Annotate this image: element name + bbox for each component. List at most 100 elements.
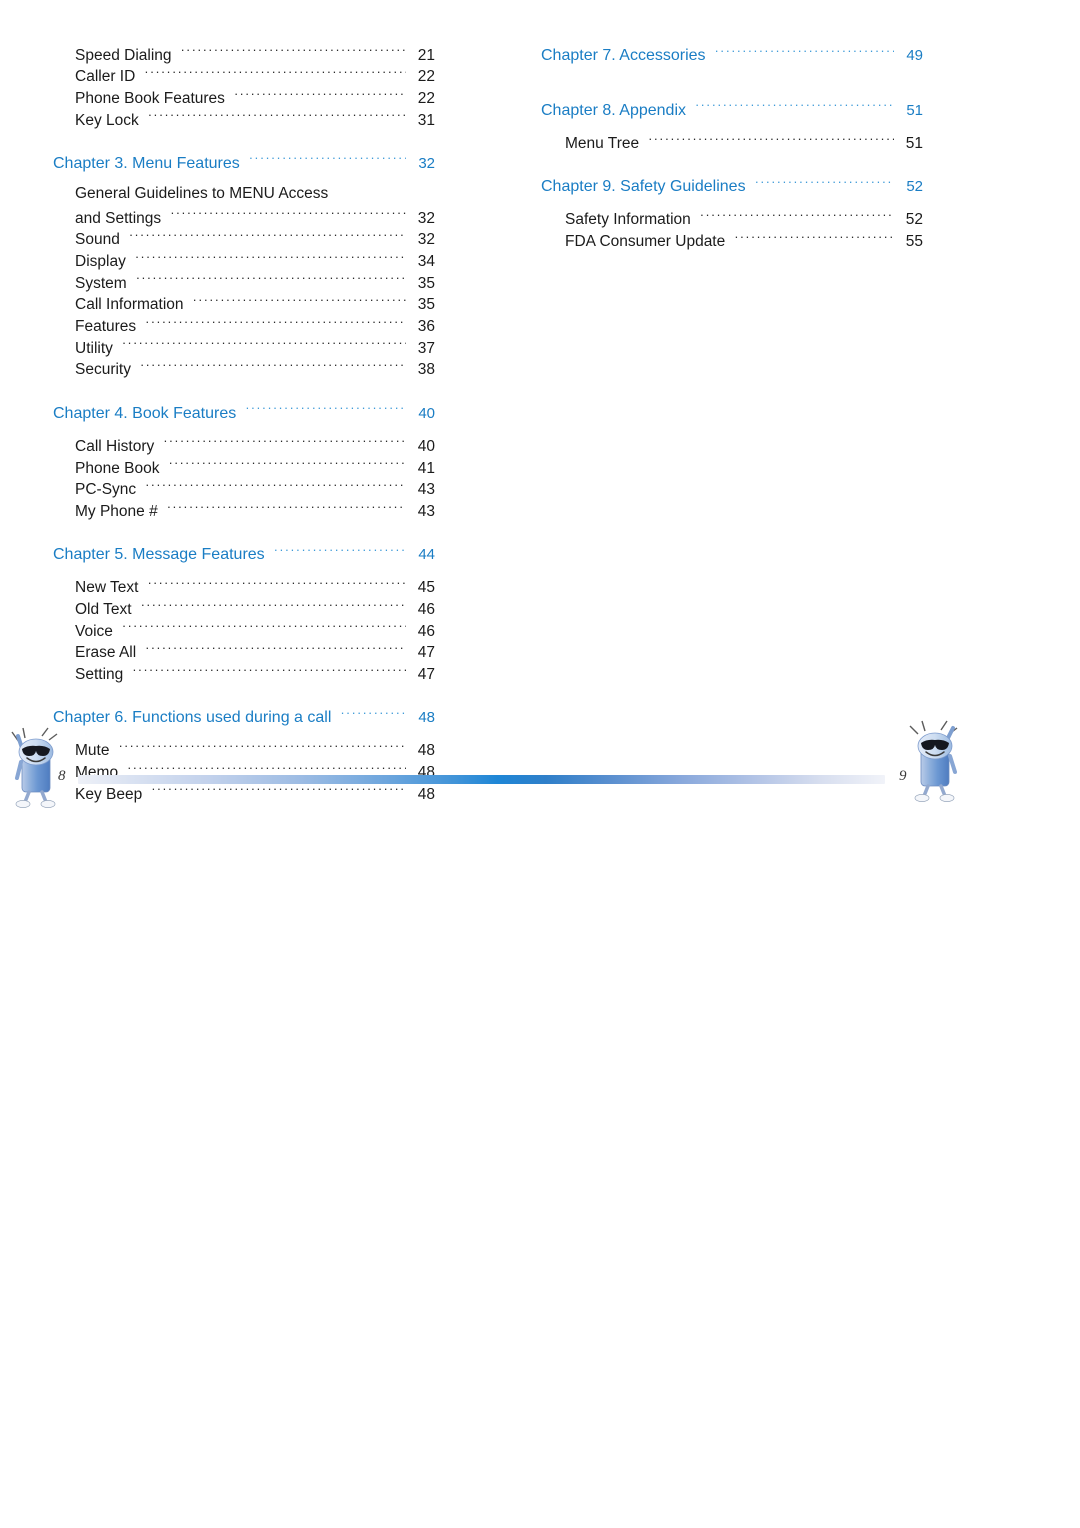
phone-mascot-right-icon — [909, 720, 958, 802]
toc-page-number: 22 — [417, 89, 435, 107]
chapter-spacer — [53, 728, 435, 740]
toc-entry-label: Mute — [75, 742, 110, 760]
toc-dot-leader — [193, 294, 406, 310]
toc-entry-label: Key Lock — [75, 111, 139, 129]
toc-dot-leader — [122, 337, 406, 353]
toc-entry-row[interactable]: Display 34 — [53, 251, 435, 273]
toc-entry-row[interactable]: Mute 48 — [53, 740, 435, 762]
toc-entry-row[interactable]: Phone Book 41 — [53, 457, 435, 479]
toc-dot-leader — [170, 207, 406, 223]
toc-page-number: 47 — [417, 644, 435, 662]
toc-page-number: 22 — [417, 68, 435, 86]
toc-dot-leader — [274, 543, 406, 559]
toc-page-number: 35 — [417, 274, 435, 292]
toc-chapter-row[interactable]: Chapter 3. Menu Features 32 — [53, 152, 435, 174]
toc-page-number: 43 — [417, 481, 435, 499]
toc-entry-row[interactable]: Caller ID 22 — [53, 66, 435, 88]
toc-chapter-row[interactable]: Chapter 9. Safety Guidelines 52 — [541, 175, 923, 197]
toc-entry-row[interactable]: Menu Tree 51 — [541, 132, 923, 154]
toc-entry-row[interactable]: Speed Dialing 21 — [53, 44, 435, 66]
toc-entry-label: Phone Book Features — [75, 89, 225, 107]
toc-page-number: 40 — [418, 404, 435, 422]
toc-chapter-row[interactable]: Chapter 5. Message Features 44 — [53, 543, 435, 565]
toc-entry-row[interactable]: Phone Book Features 22 — [53, 87, 435, 109]
toc-entry-label: Voice — [75, 622, 113, 640]
toc-entry-label: Erase All — [75, 644, 137, 662]
toc-chapter-row[interactable]: Chapter 6. Functions used during a call 4… — [53, 706, 435, 728]
toc-dot-leader — [648, 132, 894, 148]
toc-page-number: 38 — [417, 361, 435, 379]
toc-page-number: 32 — [418, 154, 435, 172]
toc-page-number: 31 — [417, 111, 435, 129]
toc-entry-row[interactable]: Key Beep 48 — [53, 783, 435, 805]
toc-dot-leader — [181, 44, 406, 60]
toc-entry-row[interactable]: Call History 40 — [53, 435, 435, 457]
toc-entry-label: and Settings — [75, 209, 162, 227]
toc-entry-row[interactable]: Erase All 47 — [53, 642, 435, 664]
toc-entry-label: FDA Consumer Update — [565, 232, 726, 250]
toc-entry-row[interactable]: Call Information 35 — [53, 294, 435, 316]
chapter-spacer — [53, 173, 435, 185]
toc-entry-label: Chapter 9. Safety Guidelines — [541, 178, 746, 196]
toc-entry-row[interactable]: Features 36 — [53, 316, 435, 338]
toc-entry-row[interactable]: Safety Information 52 — [541, 209, 923, 231]
toc-entry-row[interactable]: Sound 32 — [53, 229, 435, 251]
toc-entry-row[interactable]: FDA Consumer Update 55 — [541, 230, 923, 252]
toc-entry-row[interactable]: Setting 47 — [53, 664, 435, 686]
toc-chapter-row[interactable]: Chapter 8. Appendix 51 — [541, 99, 923, 121]
toc-entry-row[interactable]: Voice 46 — [53, 620, 435, 642]
toc-entry-label: Call Information — [75, 296, 184, 314]
toc-dot-leader — [734, 230, 894, 246]
toc-entry-row[interactable]: Key Lock 31 — [53, 109, 435, 131]
toc-page-number: 32 — [417, 209, 435, 227]
toc-dot-leader — [148, 109, 406, 125]
toc-column-right: Chapter 7. Accessories 49 Chapter 8. Appen… — [541, 44, 923, 252]
toc-entry-row[interactable]: and Settings 32 — [53, 207, 435, 229]
toc-entry-label: Phone Book — [75, 459, 160, 477]
toc-entry-row[interactable]: Old Text 46 — [53, 598, 435, 620]
toc-page-number: 51 — [905, 134, 923, 152]
toc-page-number: 52 — [905, 211, 923, 229]
toc-entry-row[interactable]: General Guidelines to MENU Access — [53, 185, 435, 207]
toc-dot-leader — [145, 479, 406, 495]
toc-entry-row[interactable]: PC-Sync 43 — [53, 479, 435, 501]
toc-entry-label: System — [75, 274, 127, 292]
toc-page-number: 41 — [417, 459, 435, 477]
phone-mascot-left-icon — [11, 727, 58, 808]
toc-page-number: 34 — [417, 253, 435, 270]
toc-entry-label: Features — [75, 318, 137, 336]
toc-entry-label: PC-Sync — [75, 481, 137, 499]
toc-page-number: 36 — [417, 318, 435, 336]
toc-entry-row[interactable]: New Text 45 — [53, 577, 435, 599]
toc-page-number: 45 — [417, 579, 435, 597]
toc-page-number: 43 — [417, 502, 435, 520]
toc-entry-label: Chapter 5. Message Features — [53, 546, 265, 564]
toc-entry-label: Chapter 3. Menu Features — [53, 154, 240, 172]
toc-column-left: Speed Dialing21Caller ID22Phone Book Fea… — [53, 44, 435, 805]
toc-chapter-row[interactable]: Chapter 7. Accessories 49 — [541, 44, 923, 66]
toc-entry-row[interactable]: My Phone # 43 — [53, 500, 435, 522]
toc-chapter-row[interactable]: Chapter 4. Book Features 40 — [53, 402, 435, 424]
footer-gradient-bar — [78, 775, 885, 784]
toc-entry-row[interactable]: Utility 37 — [53, 337, 435, 359]
toc-dot-leader — [234, 87, 406, 103]
toc-dot-leader — [249, 152, 406, 168]
toc-entry-label: Caller ID — [75, 68, 136, 86]
toc-entry-label: Security — [75, 361, 131, 379]
toc-entry-label: General Guidelines to MENU Access — [75, 185, 329, 203]
toc-entry-row[interactable]: Security 38 — [53, 359, 435, 381]
toc-dot-leader — [167, 500, 406, 516]
toc-dot-leader — [135, 251, 406, 267]
toc-dot-leader — [151, 783, 406, 799]
toc-page-number: 47 — [417, 666, 435, 683]
toc-dot-leader — [245, 402, 406, 418]
toc-entry-label: Key Beep — [75, 785, 143, 803]
toc-dot-leader — [140, 359, 406, 375]
toc-page-number: 49 — [906, 47, 923, 64]
chapter-spacer — [541, 120, 923, 132]
toc-entry-row[interactable]: System 35 — [53, 272, 435, 294]
